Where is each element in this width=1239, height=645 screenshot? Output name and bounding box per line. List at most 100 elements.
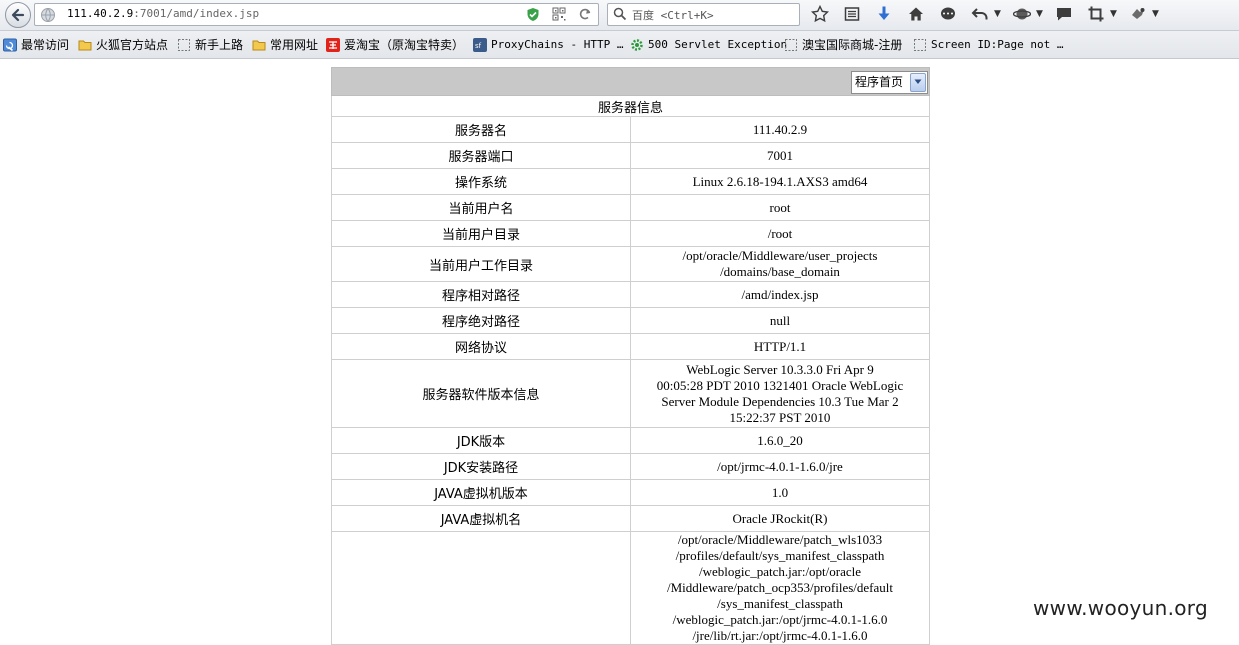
row-label: 当前用户名 [331, 194, 631, 221]
planet-icon[interactable] [1012, 4, 1032, 24]
watermark: www.wooyun.org [1033, 596, 1208, 620]
shield-icon[interactable] [526, 7, 540, 22]
crop-icon[interactable] [1086, 4, 1106, 24]
table-row: 程序绝对路径 null [331, 307, 930, 334]
value-line: /profiles/default/sys_manifest_classpath [675, 548, 885, 563]
reading-list-icon[interactable] [842, 4, 862, 24]
server-info-table: 程序首页 服务器信息 服务器名 111.40.2.9 服务器端口 7001 操作… [331, 67, 930, 645]
back-button[interactable] [5, 2, 31, 28]
row-value: 111.40.2.9 [630, 116, 930, 143]
url-path: :7001/amd/index.jsp [133, 7, 260, 20]
sf-icon: sf [473, 37, 487, 52]
row-label: 当前用户工作目录 [331, 246, 631, 282]
row-value: /opt/oracle/Middleware/user_projects /do… [630, 246, 930, 282]
table-row: JDK版本 1.6.0_20 [331, 427, 930, 454]
value-line: 15:22:37 PST 2010 [729, 409, 831, 425]
address-bar[interactable]: 111.40.2.9:7001/amd/index.jsp [34, 3, 599, 26]
bookmark-label: 爱淘宝（原淘宝特卖） [344, 38, 465, 52]
row-value: WebLogic Server 10.3.3.0 Fri Apr 9 00:05… [630, 359, 930, 428]
taobao-icon [326, 37, 340, 52]
reload-icon[interactable] [578, 7, 592, 21]
row-value: /root [630, 220, 930, 247]
message-icon[interactable] [1054, 4, 1074, 24]
bookmark-proxychains[interactable]: sf ProxyChains - HTTP … [473, 36, 623, 53]
page-icon [914, 38, 926, 51]
value-line: /jre/lib/rt.jar:/opt/jrmc-4.0.1-1.6.0 [692, 628, 868, 643]
menu-dropdown-icon[interactable]: ▼ [1152, 9, 1162, 19]
url-text[interactable]: 111.40.2.9:7001/amd/index.jsp [67, 7, 259, 20]
bookmark-label: 500 Servlet Exception [648, 38, 788, 51]
folder-icon [252, 40, 266, 50]
globe-icon [41, 8, 55, 22]
table-row: 服务器名 111.40.2.9 [331, 116, 930, 143]
row-value: Oracle JRockit(R) [630, 505, 930, 532]
row-label: JDK版本 [331, 427, 631, 454]
crop-dropdown-icon[interactable]: ▼ [1110, 9, 1120, 19]
table-title-row: 服务器信息 [331, 95, 930, 117]
bookmark-servlet-exception[interactable]: 500 Servlet Exception [630, 36, 787, 53]
value-line: /Middleware/patch_ocp353/profiles/defaul… [667, 580, 893, 595]
planet-dropdown-icon[interactable]: ▼ [1036, 9, 1046, 19]
table-row: 服务器端口 7001 [331, 142, 930, 169]
table-row: 程序相对路径 /amd/index.jsp [331, 281, 930, 308]
bookmark-label: 澳宝国际商城-注册 [802, 38, 903, 52]
url-host: 111.40.2.9 [67, 7, 134, 20]
bookmark-star-icon[interactable] [810, 4, 830, 24]
row-value: 7001 [630, 142, 930, 169]
search-placeholder: 百度 <Ctrl+K> [632, 9, 714, 22]
bookmark-label: 火狐官方站点 [96, 38, 169, 52]
chat-bubble-icon[interactable] [938, 4, 958, 24]
program-home-select[interactable]: 程序首页 [851, 70, 928, 94]
bookmark-taobao[interactable]: 爱淘宝（原淘宝特卖） [326, 36, 464, 53]
row-label: 程序绝对路径 [331, 307, 631, 334]
row-label [331, 531, 631, 645]
bookmark-label: 最常访问 [21, 38, 70, 52]
table-row: 网络协议 HTTP/1.1 [331, 333, 930, 360]
page-icon [178, 38, 190, 51]
row-label: 服务器端口 [331, 142, 631, 169]
row-value: root [630, 194, 930, 221]
bookmark-label: 新手上路 [195, 38, 244, 52]
home-icon[interactable] [906, 4, 926, 24]
table-row: JAVA虚拟机名 Oracle JRockit(R) [331, 505, 930, 532]
row-value: /opt/jrmc-4.0.1-1.6.0/jre [630, 453, 930, 480]
page-content: 程序首页 服务器信息 服务器名 111.40.2.9 服务器端口 7001 操作… [0, 59, 1239, 645]
row-value: /opt/oracle/Middleware/patch_wls1033 /pr… [630, 531, 930, 645]
table-row: /opt/oracle/Middleware/patch_wls1033 /pr… [331, 531, 930, 645]
bookmark-common-sites[interactable]: 常用网址 [252, 36, 318, 53]
bookmark-getting-started[interactable]: 新手上路 [177, 36, 243, 53]
folder-icon [78, 40, 92, 50]
chevron-down-icon[interactable] [910, 72, 926, 92]
value-line: /opt/oracle/Middleware/patch_wls1033 [677, 532, 883, 547]
table-row: 服务器软件版本信息 WebLogic Server 10.3.3.0 Fri A… [331, 359, 930, 428]
page-icon [785, 38, 797, 51]
table-row: 当前用户工作目录 /opt/oracle/Middleware/user_pro… [331, 246, 930, 282]
table-row: JDK安装路径 /opt/jrmc-4.0.1-1.6.0/jre [331, 453, 930, 480]
bookmark-firefox-official[interactable]: 火狐官方站点 [78, 36, 168, 53]
row-value: 1.6.0_20 [630, 427, 930, 454]
table-header-cell: 程序首页 [331, 67, 930, 96]
bookmark-most-visited[interactable]: 最常访问 [3, 36, 69, 53]
bookmark-aobao-mall[interactable]: 澳宝国际商城-注册 [784, 36, 902, 53]
value-line: /domains/base_domain [720, 264, 840, 279]
undo-icon[interactable] [970, 4, 990, 24]
value-line: /opt/oracle/Middleware/user_projects [682, 248, 878, 263]
row-value: 1.0 [630, 479, 930, 506]
row-label: 程序相对路径 [331, 281, 631, 308]
qr-code-icon[interactable] [552, 7, 566, 21]
row-label: 服务器名 [331, 116, 631, 143]
table-row: 当前用户名 root [331, 194, 930, 221]
gear-green-icon [631, 38, 643, 51]
bookmarks-bar: 最常访问 火狐官方站点 新手上路 常用网址 爱淘宝（原淘宝特卖） sf Prox… [0, 31, 1239, 59]
download-icon[interactable] [874, 4, 894, 24]
navigation-toolbar: 111.40.2.9:7001/amd/index.jsp 百度 <Ctrl+K… [0, 0, 1239, 31]
value-line: /weblogic_patch.jar:/opt/oracle [698, 564, 862, 579]
row-label: JAVA虚拟机版本 [331, 479, 631, 506]
row-label: JDK安装路径 [331, 453, 631, 480]
table-row: JAVA虚拟机版本 1.0 [331, 479, 930, 506]
value-line: WebLogic Server 10.3.3.0 Fri Apr 9 [686, 361, 874, 377]
bookmark-screen-id[interactable]: Screen ID:Page not … [913, 36, 1063, 53]
undo-dropdown-icon[interactable]: ▼ [994, 9, 1004, 19]
search-bar[interactable]: 百度 <Ctrl+K> [607, 3, 800, 26]
extension-icon[interactable] [1128, 4, 1148, 24]
